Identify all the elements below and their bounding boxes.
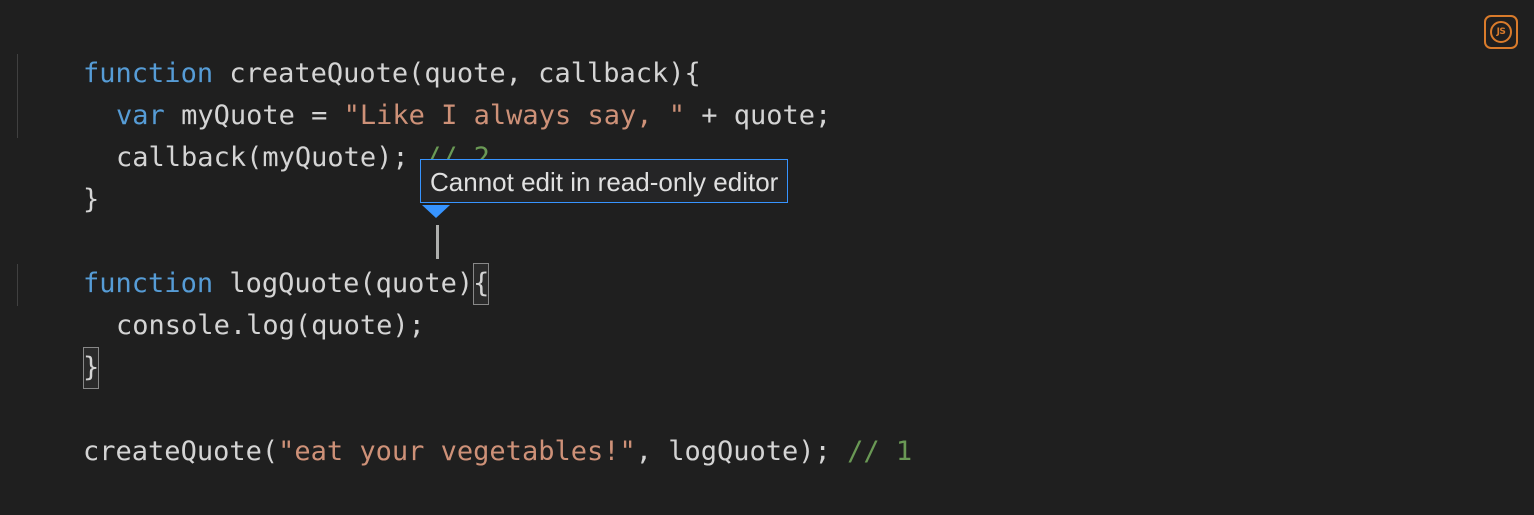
read-only-tooltip: Cannot edit in read-only editor <box>420 159 789 203</box>
comment-token: // 1 <box>847 436 913 467</box>
string-token: "eat your vegetables!" <box>278 436 636 467</box>
nodejs-hex-icon: JS <box>1490 21 1512 43</box>
code-line-1: function createQuote(quote, callback){ <box>18 11 701 89</box>
text-cursor <box>436 225 439 259</box>
tooltip-arrow <box>422 205 450 218</box>
tooltip-message: Cannot edit in read-only editor <box>430 167 779 197</box>
code-token: callback(myQuote); <box>116 142 425 173</box>
code-line-3: callback(myQuote); // 2 <box>18 95 490 173</box>
code-line-7: console.log(quote); <box>18 263 425 341</box>
code-line-2: var myQuote = "Like I always say, " + qu… <box>18 53 831 131</box>
code-token: } <box>83 184 100 215</box>
code-line-10: createQuote("eat your vegetables!", logQ… <box>18 389 912 467</box>
code-line-6: function logQuote(quote){ <box>18 221 490 305</box>
nodejs-icon[interactable]: JS <box>1484 15 1518 49</box>
code-token: createQuote( <box>83 436 279 467</box>
code-line-4: } <box>18 137 99 215</box>
code-token: + quote; <box>685 100 832 131</box>
matched-bracket: } <box>83 347 100 389</box>
code-token: , logQuote); <box>635 436 848 467</box>
matched-bracket: { <box>473 263 490 305</box>
code-editor[interactable]: function createQuote(quote, callback){ v… <box>0 0 1534 467</box>
code-line-8: } <box>18 305 100 389</box>
code-token: console.log(quote); <box>116 310 425 341</box>
